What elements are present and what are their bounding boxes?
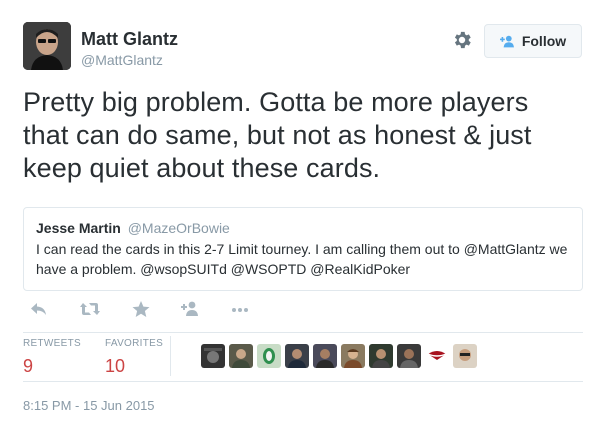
stats-vertical-divider xyxy=(170,336,171,376)
reply-icon[interactable] xyxy=(29,300,49,318)
author-screen-name[interactable]: @MattGlantz xyxy=(81,51,178,69)
author-names[interactable]: Matt Glantz @MattGlantz xyxy=(81,29,178,69)
follow-icon[interactable] xyxy=(180,300,200,318)
favoriter-avatar[interactable] xyxy=(229,344,253,368)
retweet-icon[interactable] xyxy=(79,300,101,318)
quoted-tweet[interactable]: Jesse Martin @MazeOrBowie I can read the… xyxy=(23,207,583,291)
tweet-actions xyxy=(23,297,250,321)
quoted-author-name: Jesse Martin xyxy=(36,220,121,236)
favoriter-avatar[interactable] xyxy=(425,344,449,368)
favoriter-avatar[interactable] xyxy=(369,344,393,368)
author-full-name[interactable]: Matt Glantz xyxy=(81,29,178,49)
tweet-timestamp[interactable]: 8:15 PM - 15 Jun 2015 xyxy=(23,398,155,414)
favoriter-avatar[interactable] xyxy=(201,344,225,368)
stats-top-divider xyxy=(23,332,583,333)
author-avatar[interactable] xyxy=(23,22,71,70)
quoted-tweet-header: Jesse Martin @MazeOrBowie xyxy=(36,219,568,237)
favoriter-avatar[interactable] xyxy=(285,344,309,368)
favorites-stat[interactable]: FAVORITES 10 xyxy=(105,338,163,377)
favoriter-avatar[interactable] xyxy=(453,344,477,368)
favoriter-avatar[interactable] xyxy=(397,344,421,368)
favoriters-avatars xyxy=(201,344,477,368)
favorites-count: 10 xyxy=(105,356,126,376)
favoriter-avatar[interactable] xyxy=(313,344,337,368)
more-icon[interactable] xyxy=(230,300,250,318)
stats-bottom-divider xyxy=(23,381,583,382)
retweets-stat[interactable]: RETWEETS 9 xyxy=(23,338,81,377)
tweet-card: Matt Glantz @MattGlantz Follow Pretty bi… xyxy=(0,0,592,429)
quoted-tweet-text: I can read the cards in this 2-7 Limit t… xyxy=(36,241,568,277)
author-avatar-image xyxy=(23,22,71,70)
gear-icon[interactable] xyxy=(451,29,473,51)
tweet-text: Pretty big problem. Gotta be more player… xyxy=(23,87,532,183)
follow-label: Follow xyxy=(521,33,567,49)
favorite-icon[interactable] xyxy=(131,300,151,318)
favoriter-avatar[interactable] xyxy=(257,344,281,368)
add-user-icon xyxy=(499,35,514,48)
retweets-label: RETWEETS xyxy=(23,338,81,349)
favorites-label: FAVORITES xyxy=(105,338,164,349)
retweets-count: 9 xyxy=(23,356,34,376)
favoriter-avatar[interactable] xyxy=(341,344,365,368)
follow-button[interactable]: Follow xyxy=(484,24,582,58)
quoted-author-screen-name: @MazeOrBowie xyxy=(127,220,230,236)
